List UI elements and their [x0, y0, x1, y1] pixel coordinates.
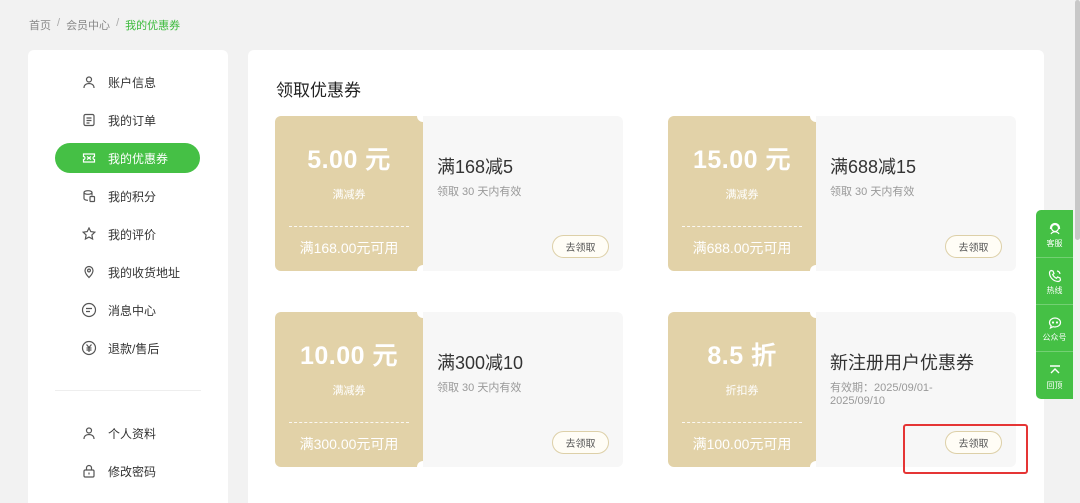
- sidebar-item-label: 个人资料: [108, 426, 157, 441]
- page-scrollbar[interactable]: [1075, 0, 1080, 240]
- coupon-card: 15.00 元 满减券 满688.00元可用 满688减15 领取 30 天内有…: [668, 110, 1016, 277]
- coupon-condition: 满168.00元可用: [299, 240, 399, 256]
- user-icon: [80, 73, 98, 91]
- coupon-type: 满减券: [725, 189, 759, 201]
- breadcrumb-current: 我的优惠券: [125, 20, 181, 32]
- coupon-info-block: 满168减5 领取 30 天内有效 去领取: [423, 116, 623, 271]
- coupon-value-block: 8.5 折 折扣券 满100.00元可用: [668, 312, 816, 467]
- coupon-validity: 有效期：2025/09/01-2025/09/10: [830, 382, 933, 407]
- sidebar-item-reviews[interactable]: 我的评价: [55, 219, 200, 249]
- sidebar-item-label: 我的评价: [108, 227, 157, 242]
- coupon-info-block: 满300减10 领取 30 天内有效 去领取: [423, 312, 623, 467]
- lock-icon: [80, 462, 98, 480]
- order-icon: [80, 111, 98, 129]
- sidebar-item-label: 消息中心: [108, 303, 157, 318]
- sidebar-item-coupons[interactable]: 我的优惠券: [55, 143, 200, 173]
- breadcrumb-separator: /: [57, 17, 61, 29]
- float-item-label: 客服: [1046, 239, 1063, 248]
- sidebar-item-account-info[interactable]: 账户信息: [55, 67, 200, 97]
- coupon-value-block: 5.00 元 满减券 满168.00元可用: [275, 116, 423, 271]
- claim-coupon-button[interactable]: 去领取: [552, 431, 609, 454]
- coupon-divider: [289, 226, 409, 227]
- floating-toolbar: 客服 热线 公众号 回顶: [1036, 210, 1073, 399]
- coupon-name: 新注册用户优惠券: [830, 353, 974, 373]
- sidebar-item-change-password[interactable]: 修改密码: [55, 456, 200, 486]
- sidebar-item-messages[interactable]: 消息中心: [55, 295, 200, 325]
- sidebar-item-label: 我的积分: [108, 189, 157, 204]
- location-icon: [80, 263, 98, 281]
- hotline-button[interactable]: 热线: [1036, 261, 1073, 305]
- float-item-label: 公众号: [1042, 333, 1067, 342]
- back-to-top-icon: [1049, 364, 1060, 373]
- customer-service-icon: [1049, 222, 1060, 235]
- coupon-validity: 领取 30 天内有效: [437, 186, 522, 198]
- sidebar-item-label: 我的订单: [108, 113, 157, 128]
- breadcrumb-home[interactable]: 首页: [29, 17, 51, 33]
- back-to-top-button[interactable]: 回顶: [1036, 355, 1073, 399]
- highlight-box: [903, 424, 1028, 474]
- sidebar-item-address[interactable]: 我的收货地址: [55, 257, 200, 287]
- sidebar-item-label: 账户信息: [108, 75, 157, 90]
- review-icon: [80, 225, 98, 243]
- float-item-label: 回顶: [1046, 380, 1063, 390]
- coupon-value-block: 15.00 元 满减券 满688.00元可用: [668, 116, 816, 271]
- coupon-type: 满减券: [332, 189, 366, 201]
- coupon-amount: 5.00 元: [307, 146, 391, 174]
- breadcrumb: 首页 / 会员中心 / 我的优惠券: [29, 17, 180, 33]
- breadcrumb-separator: /: [116, 17, 120, 29]
- page-title: 领取优惠券: [276, 81, 361, 100]
- coupon-name: 满688减15: [830, 157, 917, 177]
- sidebar: 账户信息 我的订单 我的优惠券 我的积分 我的评价 我的收货地址 消息中心 退款…: [28, 50, 228, 503]
- coupon-divider: [682, 226, 802, 227]
- coupon-value-block: 10.00 元 满减券 满300.00元可用: [275, 312, 423, 467]
- coupon-type: 满减券: [332, 385, 366, 397]
- wechat-icon: [1048, 317, 1061, 330]
- phone-icon: [1048, 269, 1061, 283]
- sidebar-item-points[interactable]: 我的积分: [55, 181, 200, 211]
- breadcrumb-member-center[interactable]: 会员中心: [66, 17, 110, 33]
- sidebar-divider: [55, 390, 201, 391]
- coupon-icon: [80, 149, 98, 167]
- claim-coupon-button[interactable]: 去领取: [552, 235, 609, 258]
- coupon-amount: 10.00 元: [299, 342, 398, 370]
- message-icon: [80, 301, 98, 319]
- float-item-label: 热线: [1046, 286, 1063, 295]
- profile-icon: [80, 424, 98, 442]
- customer-service-button[interactable]: 客服: [1036, 214, 1073, 258]
- coupon-card: 5.00 元 满减券 满168.00元可用 满168减5 领取 30 天内有效 …: [275, 110, 623, 277]
- sidebar-item-label: 退款/售后: [108, 341, 160, 356]
- coupon-validity: 领取 30 天内有效: [437, 382, 522, 394]
- coupon-condition: 满688.00元可用: [692, 240, 792, 256]
- coupon-condition: 满300.00元可用: [299, 436, 399, 452]
- coupon-divider: [289, 422, 409, 423]
- coupon-condition: 满100.00元可用: [692, 436, 792, 452]
- coupon-name: 满168减5: [437, 157, 514, 177]
- coupon-validity: 领取 30 天内有效: [830, 186, 915, 198]
- sidebar-item-label: 修改密码: [108, 464, 157, 479]
- points-icon: [80, 187, 98, 205]
- coupon-info-block: 满688减15 领取 30 天内有效 去领取: [816, 116, 1016, 271]
- coupon-amount: 8.5 折: [707, 342, 777, 370]
- wechat-account-button[interactable]: 公众号: [1036, 308, 1073, 352]
- refund-icon: [80, 339, 98, 357]
- coupon-divider: [682, 422, 802, 423]
- sidebar-item-orders[interactable]: 我的订单: [55, 105, 200, 135]
- coupon-card: 10.00 元 满减券 满300.00元可用 满300减10 领取 30 天内有…: [275, 306, 623, 473]
- coupon-name: 满300减10: [437, 353, 524, 373]
- claim-coupon-button[interactable]: 去领取: [945, 235, 1002, 258]
- sidebar-item-profile[interactable]: 个人资料: [55, 418, 200, 448]
- sidebar-item-label: 我的收货地址: [108, 265, 181, 280]
- coupon-amount: 15.00 元: [692, 146, 791, 174]
- coupon-type: 折扣券: [725, 385, 759, 397]
- sidebar-item-label: 我的优惠券: [108, 151, 169, 166]
- sidebar-item-refund[interactable]: 退款/售后: [55, 333, 200, 363]
